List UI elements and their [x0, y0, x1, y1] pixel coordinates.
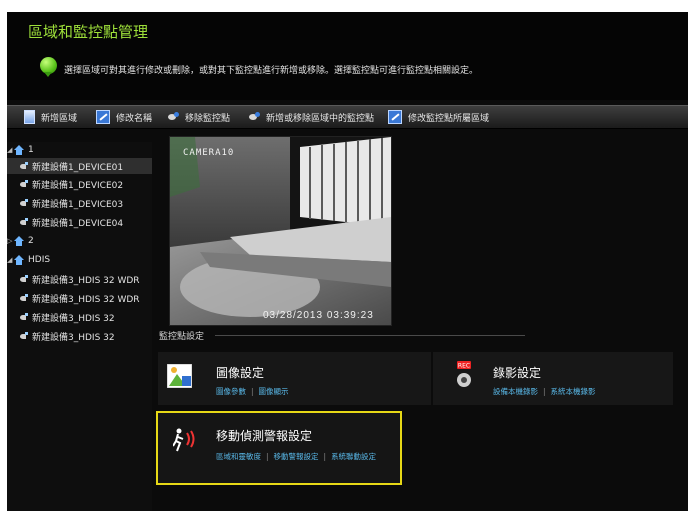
tree-area-label: 1 — [28, 145, 34, 155]
device-label: 新建設備3_HDIS 32 WDR — [32, 294, 140, 305]
add-area-button[interactable]: 新增區域 — [24, 110, 77, 124]
device-icon — [20, 332, 29, 340]
tree-area-hdis[interactable]: ◢ HDIS — [7, 252, 50, 268]
camera-add-icon — [248, 111, 260, 123]
rename-label: 修改名稱 — [116, 113, 153, 124]
device-label: 新建設備1_DEVICE04 — [32, 218, 124, 229]
rename-button[interactable]: 修改名稱 — [96, 110, 152, 124]
device-label: 新建設備1_DEVICE01 — [32, 162, 124, 173]
edit-area-icon — [388, 110, 402, 124]
info-bulb-icon — [40, 57, 57, 77]
device-label: 新建設備3_HDIS 32 WDR — [32, 275, 140, 286]
camera-remove-icon — [167, 111, 179, 123]
add-remove-camera-button[interactable]: 新增或移除區域中的監控點 — [248, 110, 374, 124]
link-separator: | — [323, 452, 327, 461]
tree-device-item[interactable]: 新建設備3_HDIS 32 — [20, 328, 115, 344]
device-icon — [20, 180, 29, 188]
camera-timestamp: 03/28/2013 03:39:23 — [263, 310, 374, 321]
link-separator: | — [251, 387, 254, 396]
image-settings-title: 圖像設定 — [216, 366, 265, 380]
image-settings-card[interactable]: 圖像設定 圖像參數 | 圖像顯示 — [158, 352, 431, 405]
device-icon — [20, 162, 29, 170]
modify-area-label: 修改監控點所屬區域 — [408, 113, 490, 124]
modify-area-button[interactable]: 修改監控點所屬區域 — [388, 110, 489, 124]
record-gear-icon: REC — [457, 361, 471, 387]
device-icon — [20, 199, 29, 207]
tree-device-item[interactable]: 新建設備1_DEVICE04 — [20, 214, 123, 230]
image-display-link[interactable]: 圖像顯示 — [259, 386, 289, 397]
tree-device-item[interactable]: 新建設備3_HDIS 32 WDR — [20, 271, 140, 287]
zone-sensitivity-link[interactable]: 區域和靈敏度 — [216, 451, 261, 462]
add-area-label: 新增區域 — [41, 113, 78, 124]
tree-device-item[interactable]: 新建設備1_DEVICE02 — [20, 176, 123, 192]
expanded-arrow-icon[interactable]: ◢ — [7, 256, 13, 264]
section-divider — [215, 335, 525, 336]
tree-device-item[interactable]: 新建設備1_DEVICE03 — [20, 195, 123, 211]
section-label: 監控點設定 — [159, 332, 205, 342]
device-label: 新建設備1_DEVICE03 — [32, 199, 124, 210]
tree-area-label: 2 — [28, 236, 34, 246]
device-icon — [20, 275, 29, 283]
system-record-link[interactable]: 系統本機錄影 — [551, 386, 596, 397]
area-home-icon — [14, 255, 24, 265]
tree-area-1[interactable]: ◢ 1 — [7, 142, 34, 158]
device-icon — [20, 218, 29, 226]
link-separator: | — [266, 452, 269, 461]
tree-device-item[interactable]: 新建設備3_HDIS 32 WDR — [20, 290, 140, 306]
system-linkage-link[interactable]: 系統聯動設定 — [331, 451, 376, 462]
tree-device-item[interactable]: 新建設備3_HDIS 32 — [20, 309, 115, 325]
device-label: 新建設備1_DEVICE02 — [32, 180, 124, 191]
app-window: 區域和監控點管理 選擇區域可對其進行修改或刪除，或對其下監控點進行新增或移除。選… — [7, 12, 688, 511]
device-record-link[interactable]: 設備本機錄影 — [493, 386, 538, 397]
device-label: 新建設備3_HDIS 32 — [32, 313, 115, 324]
expanded-arrow-icon[interactable]: ◢ — [7, 146, 13, 154]
collapsed-arrow-icon[interactable]: ▷ — [7, 237, 13, 245]
remove-camera-button[interactable]: 移除監控點 — [167, 110, 230, 124]
motion-alarm-link[interactable]: 移動警報設定 — [274, 451, 319, 462]
new-document-icon — [24, 110, 35, 124]
image-settings-icon — [167, 364, 192, 388]
camera-frame-image — [170, 137, 391, 325]
motion-alarm-card[interactable]: 移動偵測警報設定 區域和靈敏度 | 移動警報設定 | 系統聯動設定 — [156, 411, 402, 485]
add-remove-camera-label: 新增或移除區域中的監控點 — [266, 113, 375, 124]
device-icon — [20, 294, 29, 302]
tree-area-2[interactable]: ▷ 2 — [7, 233, 34, 249]
link-separator: | — [543, 387, 546, 396]
area-tree: ◢ 1 新建設備1_DEVICE01 新建設備1_DEVICE02 新建設備1_… — [7, 142, 152, 511]
image-params-link[interactable]: 圖像參數 — [216, 386, 246, 397]
area-home-icon — [14, 145, 24, 155]
camera-label: CAMERA10 — [183, 148, 235, 158]
motion-detection-icon — [173, 428, 195, 452]
header: 區域和監控點管理 選擇區域可對其進行修改或刪除，或對其下監控點進行新增或移除。選… — [7, 12, 688, 100]
page-title: 區域和監控點管理 — [28, 23, 149, 41]
device-label: 新建設備3_HDIS 32 — [32, 332, 115, 343]
info-text: 選擇區域可對其進行修改或刪除，或對其下監控點進行新增或移除。選擇監控點可進行監控… — [64, 66, 479, 76]
tree-area-label: HDIS — [28, 255, 51, 265]
remove-camera-label: 移除監控點 — [185, 113, 231, 124]
edit-icon — [96, 110, 110, 124]
record-settings-title: 錄影設定 — [493, 366, 542, 380]
tree-device-item[interactable]: 新建設備1_DEVICE01 — [7, 158, 152, 174]
device-icon — [20, 313, 29, 321]
toolbar: 新增區域 修改名稱 移除監控點 新增或移除區域中的監控點 修改監控點所屬區域 — [7, 105, 688, 129]
camera-preview[interactable] — [169, 136, 392, 326]
area-home-icon — [14, 236, 24, 246]
svg-text:REC: REC — [458, 363, 470, 370]
record-settings-card[interactable]: REC 錄影設定 設備本機錄影 | 系統本機錄影 — [433, 352, 673, 405]
motion-alarm-title: 移動偵測警報設定 — [216, 429, 313, 443]
